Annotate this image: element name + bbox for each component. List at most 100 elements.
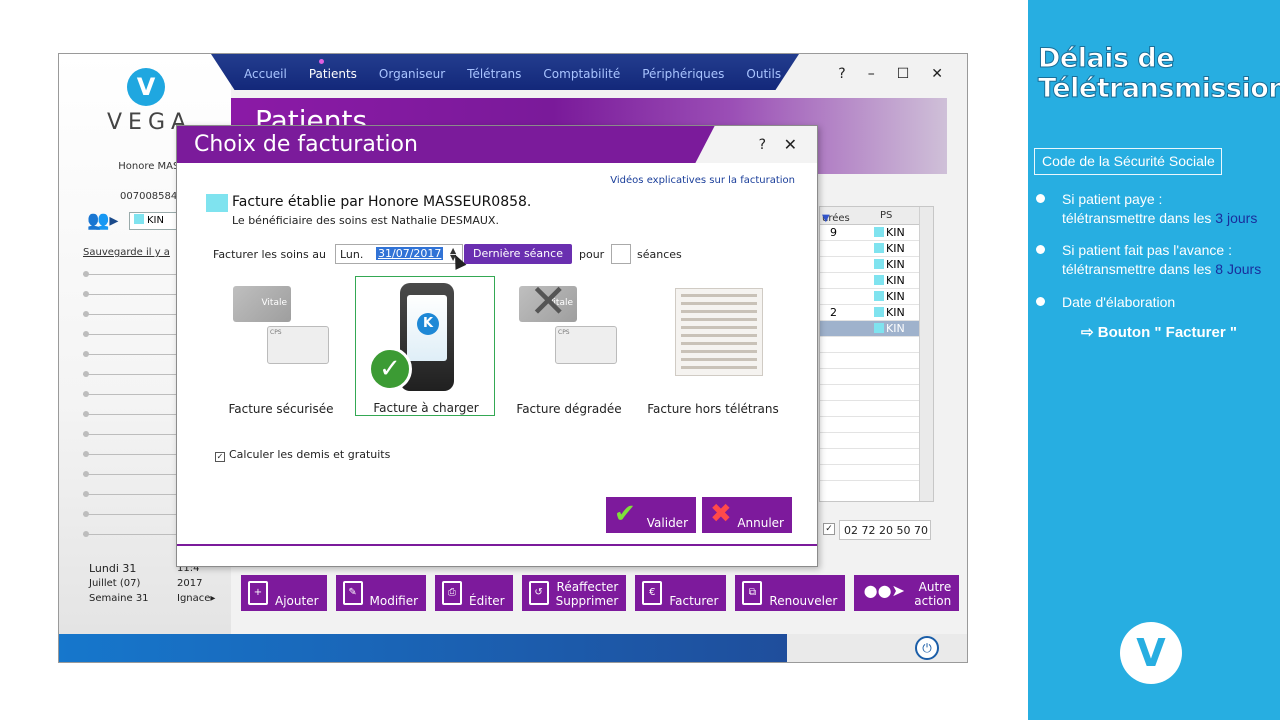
billing-choice-dialog: Choix de facturation ? ✕ Vidéos explicat… <box>176 125 818 567</box>
invoice-issuer-text: Facture établie par Honore MASSEUR0858. <box>232 194 532 210</box>
table-row[interactable] <box>820 369 933 385</box>
bullet-icon <box>1036 194 1045 203</box>
table-row[interactable] <box>820 433 933 449</box>
nav-active-dot <box>319 59 324 64</box>
dialog-close-button[interactable]: ✕ <box>784 135 797 154</box>
arrow-right-icon: ⇨ <box>1081 324 1094 341</box>
ps-label: KIN <box>886 226 905 239</box>
table-row[interactable]: KIN <box>820 241 933 257</box>
demis-label: Calculer les demis et gratuits <box>229 448 391 461</box>
checkmark-icon: ✔ <box>614 499 636 529</box>
ps-label: KIN <box>886 242 905 255</box>
date-day: Lundi 31 <box>89 562 137 575</box>
kin-swatch <box>134 214 144 224</box>
sessions-count-input[interactable] <box>611 244 631 264</box>
date-block: Lundi 31 Juillet (07) Semaine 31 <box>89 561 149 606</box>
nav-outils[interactable]: Outils <box>735 67 792 81</box>
add-icon: + <box>248 581 268 605</box>
date-value[interactable]: 31/07/2017 <box>376 247 444 260</box>
demis-option[interactable]: ✓ Calculer les demis et gratuits <box>215 448 390 462</box>
demis-checkbox[interactable]: ✓ <box>215 452 225 462</box>
row-ps: KIN <box>874 274 905 287</box>
table-row[interactable] <box>820 465 933 481</box>
power-icon[interactable]: ⏻ <box>915 636 939 660</box>
main-nav: Accueil Patients Organiseur Télétrans Co… <box>233 67 792 81</box>
save-notice-link[interactable]: Sauvegarde il y a <box>83 247 170 258</box>
more-action-button[interactable]: ●●➤ Autre action <box>854 575 960 611</box>
ps-swatch <box>874 323 884 333</box>
minimize-button[interactable]: – <box>868 66 875 82</box>
table-row[interactable]: 9 KIN <box>820 225 933 241</box>
info-item-no-advance: Si patient fait pas l'avance : télétrans… <box>1036 241 1261 279</box>
help-button[interactable]: ? <box>838 66 845 82</box>
cps-card-icon: CPS <box>555 326 617 364</box>
users-group-icon[interactable]: 👥▸ <box>87 210 118 231</box>
row-ps: KIN <box>874 258 905 271</box>
nav-organiseur[interactable]: Organiseur <box>368 67 456 81</box>
pour-label: pour <box>579 248 605 261</box>
renew-button[interactable]: ⧉ Renouveler <box>735 575 846 611</box>
billing-date-input[interactable]: Lun. 31/07/2017 ▲ ▼ <box>335 244 463 264</box>
table-row[interactable] <box>820 417 933 433</box>
table-row[interactable] <box>820 353 933 369</box>
col-header-ps[interactable]: PS <box>880 210 892 221</box>
group-chip[interactable]: KIN <box>129 212 181 230</box>
info-code-box: Code de la Sécurité Sociale <box>1034 148 1222 175</box>
practitioner-color-swatch <box>206 194 228 212</box>
close-button[interactable]: ✕ <box>931 66 943 82</box>
nav-teletrans[interactable]: Télétrans <box>456 67 532 81</box>
modify-button[interactable]: ✎ Modifier <box>335 575 427 611</box>
nav-accueil[interactable]: Accueil <box>233 67 298 81</box>
table-row[interactable] <box>820 385 933 401</box>
option-degraded-invoice[interactable]: Vitale ✕ CPS Facture dégradée <box>499 276 639 416</box>
table-row[interactable]: 2 KIN <box>820 305 933 321</box>
option-load-invoice[interactable]: K ✓ Facture à charger <box>355 276 495 416</box>
table-row[interactable] <box>820 337 933 353</box>
bottom-bar <box>59 634 967 662</box>
row-ps: KIN <box>874 306 905 319</box>
add-button[interactable]: + Ajouter <box>241 575 327 611</box>
row-count: 2 <box>830 306 837 319</box>
phone-checkbox[interactable]: ✓ <box>823 523 835 535</box>
action-toolbar: + Ajouter ✎ Modifier ⎙ Éditer ↺ Réaffecter S… <box>241 575 960 611</box>
last-session-button[interactable]: Dernière séance <box>464 244 572 264</box>
table-scrollbar[interactable] <box>919 207 933 501</box>
cancel-button[interactable]: ✖ Annuler <box>702 497 792 533</box>
check-icon: ✓ <box>368 347 412 391</box>
table-row[interactable] <box>820 401 933 417</box>
table-row[interactable]: KIN <box>820 289 933 305</box>
info-item-date: Date d'élaboration <box>1036 293 1175 312</box>
print-button[interactable]: ⎙ Éditer <box>435 575 513 611</box>
patients-table: urées ▼ PS 9 KIN KIN KIN KIN KIN 2 KIN KIN <box>819 206 934 502</box>
nav-patients[interactable]: Patients <box>298 67 368 81</box>
option-secured-invoice[interactable]: Vitale CPS Facture sécurisée <box>211 276 351 416</box>
video-help-link[interactable]: Vidéos explicatives sur la facturation <box>610 175 795 186</box>
billing-date-label: Facturer les soins au <box>213 248 326 261</box>
table-body: 9 KIN KIN KIN KIN KIN 2 KIN KIN <box>820 225 933 481</box>
reassign-delete-button[interactable]: ↺ Réaffecter Supprimer <box>521 575 627 611</box>
option-label: Facture dégradée <box>516 402 622 416</box>
table-row[interactable] <box>820 449 933 465</box>
dialog-help-button[interactable]: ? <box>759 137 766 153</box>
vega-logo-icon: V <box>1120 622 1182 684</box>
option-paper-invoice[interactable]: Facture hors télétrans <box>643 276 783 416</box>
invoice-button[interactable]: € Facturer <box>635 575 727 611</box>
table-row[interactable]: KIN <box>820 321 933 337</box>
phone-field[interactable]: 02 72 20 50 70 <box>839 520 931 540</box>
nav-comptabilite[interactable]: Comptabilité <box>532 67 631 81</box>
validate-button[interactable]: ✔ Valider <box>606 497 696 533</box>
dialog-title: Choix de facturation <box>194 132 418 157</box>
bullet-icon <box>1036 297 1045 306</box>
ps-swatch <box>874 243 884 253</box>
dialog-bottom-line <box>177 544 817 546</box>
row-count: 9 <box>830 226 837 239</box>
date-saint[interactable]: Ignace▸ <box>177 591 215 606</box>
maximize-button[interactable]: ☐ <box>897 66 910 82</box>
nav-peripheriques[interactable]: Périphériques <box>631 67 735 81</box>
more-icon: ●●➤ <box>863 581 905 600</box>
date-month: Juillet (07) <box>89 578 141 589</box>
table-row[interactable]: KIN <box>820 257 933 273</box>
ps-swatch <box>874 275 884 285</box>
reassign-icon: ↺ <box>528 581 549 605</box>
table-row[interactable]: KIN <box>820 273 933 289</box>
